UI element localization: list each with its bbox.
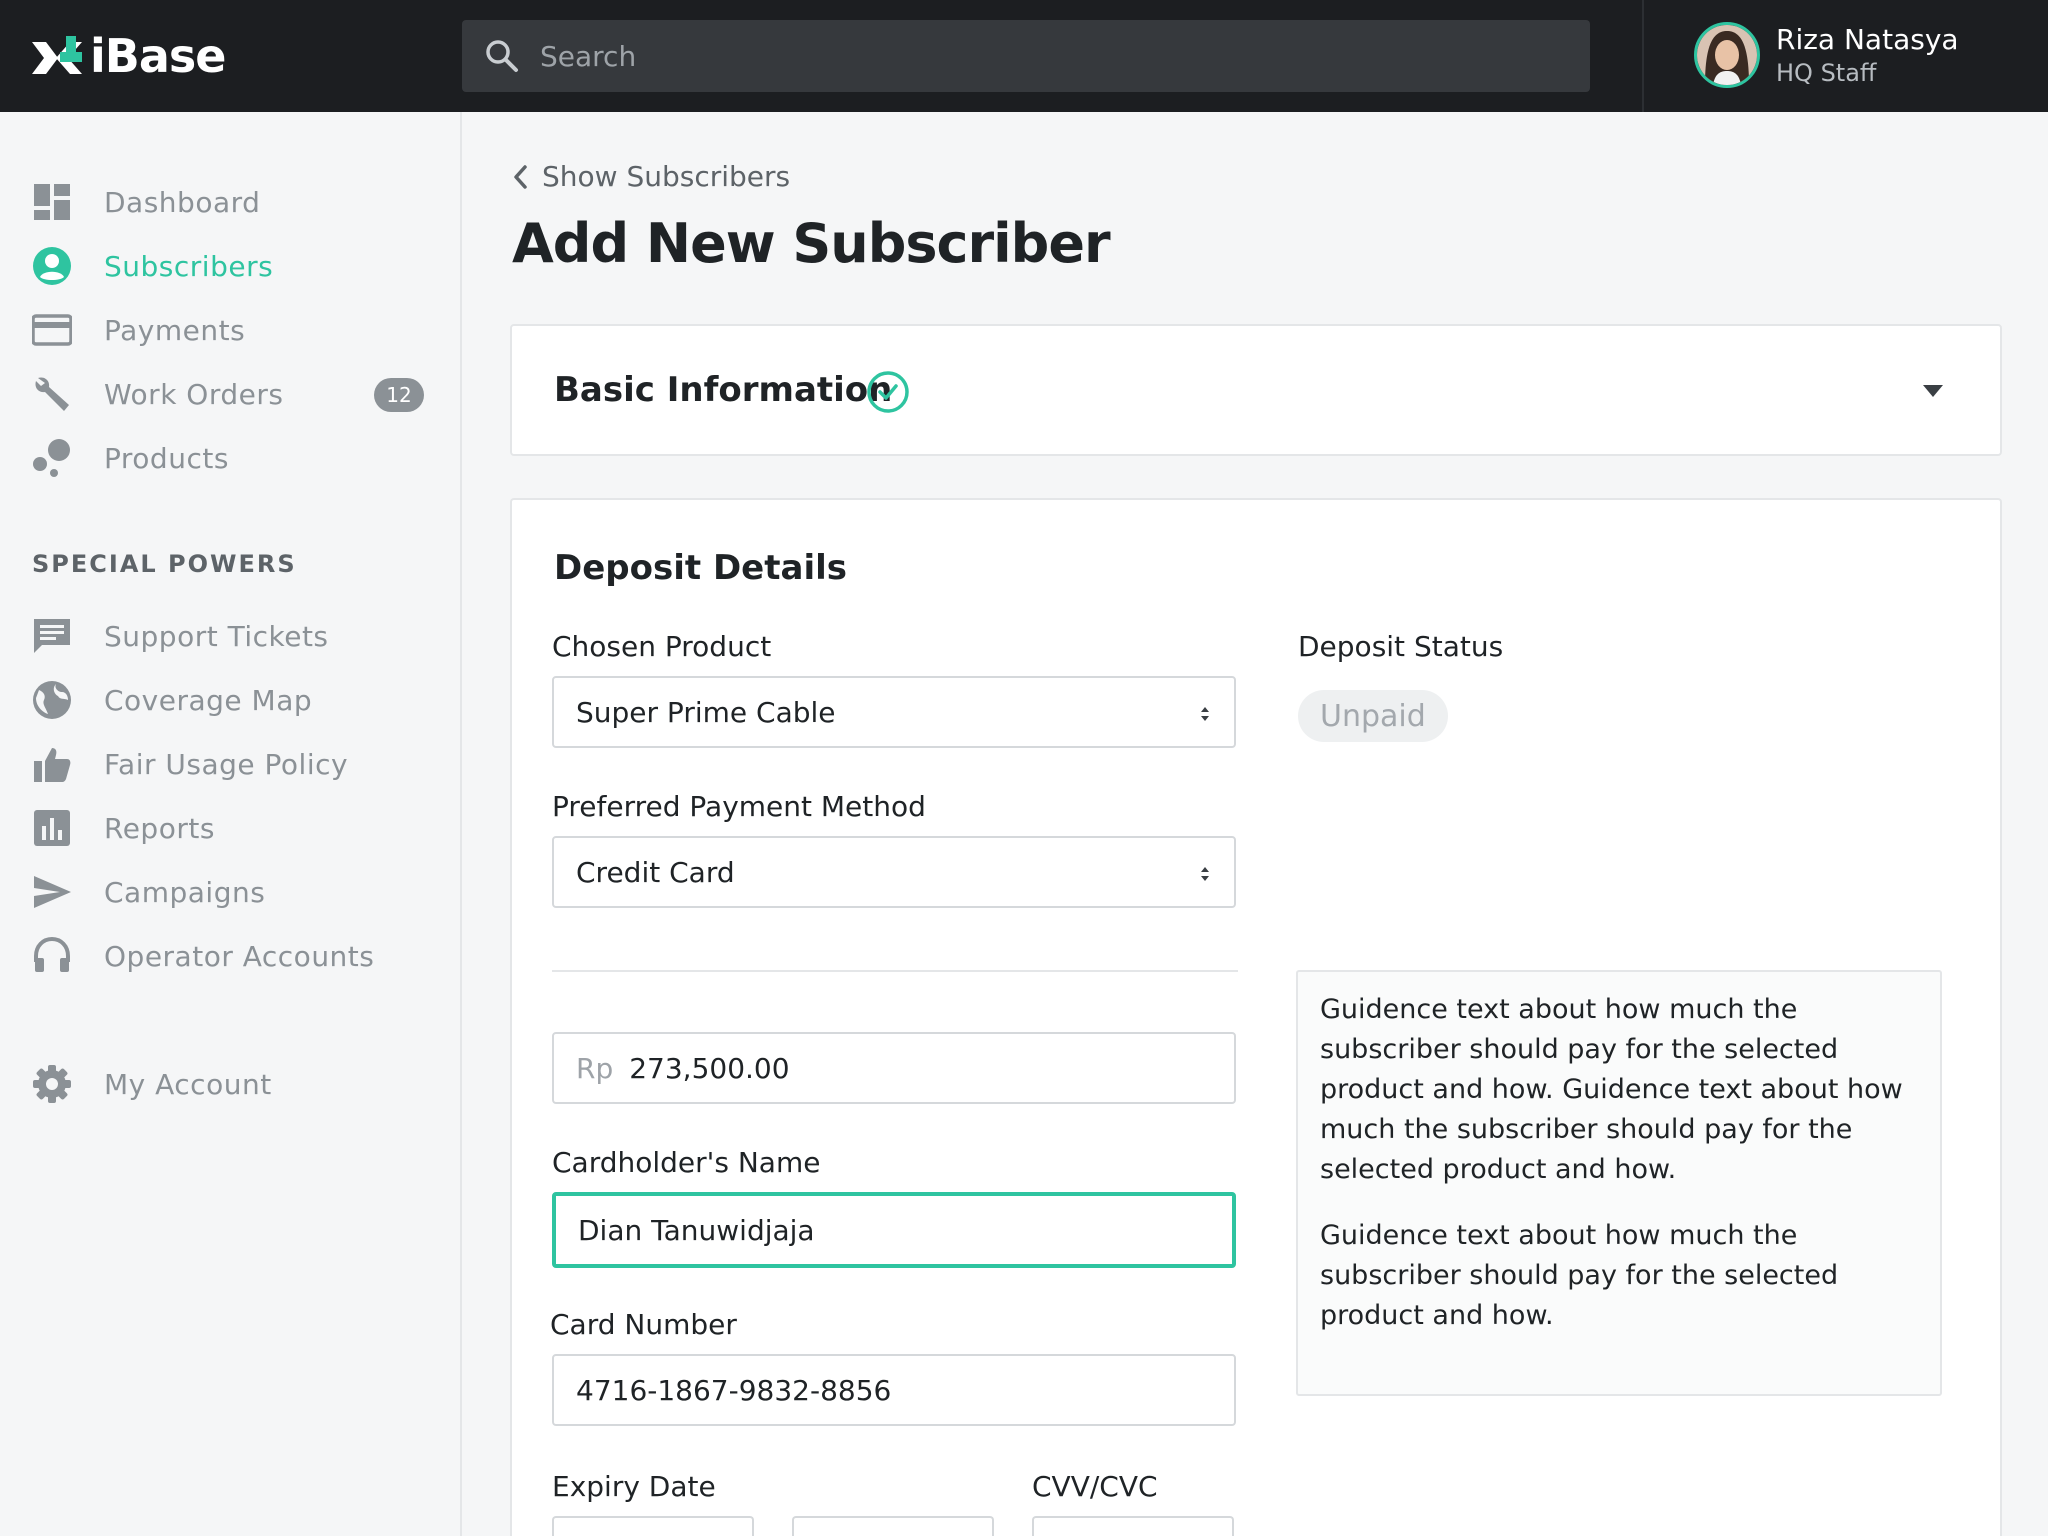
card-number-field[interactable]: 4716-1867-9832-8856 <box>552 1354 1236 1426</box>
sidebar-item-campaigns[interactable]: Campaigns <box>30 868 430 916</box>
top-divider <box>1642 0 1644 112</box>
caret-down-icon[interactable] <box>1922 384 1944 398</box>
expiry-month-field[interactable] <box>552 1516 754 1536</box>
card-number-value: 4716-1867-9832-8856 <box>576 1373 892 1407</box>
section-title: Deposit Details <box>554 548 847 588</box>
chat-icon <box>30 614 74 658</box>
chosen-product-value: Super Prime Cable <box>576 695 836 729</box>
section-title-special-powers: SPECIAL POWERS <box>32 550 297 578</box>
divider <box>552 970 1238 972</box>
guidance-text: Guidence text about how much the subscri… <box>1320 1220 1839 1331</box>
chevron-left-icon <box>514 164 527 189</box>
sidebar-item-label: Operator Accounts <box>104 939 375 973</box>
sidebar-item-work-orders[interactable]: Work Orders 12 <box>30 370 430 418</box>
sidebar-item-my-account[interactable]: My Account <box>30 1060 430 1108</box>
sidebar-item-support-tickets[interactable]: Support Tickets <box>30 612 430 660</box>
sidebar-item-label: Products <box>104 441 229 475</box>
user-menu[interactable]: Riza Natasya HQ Staff <box>1694 22 1959 88</box>
amount-field[interactable]: Rp 273,500.00 <box>552 1032 1236 1104</box>
cvv-field[interactable] <box>1032 1516 1234 1536</box>
sidebar-item-label: Dashboard <box>104 185 261 219</box>
search-icon <box>486 40 518 72</box>
sidebar-item-label: Reports <box>104 811 215 845</box>
cardholder-name-field[interactable] <box>552 1192 1236 1268</box>
check-circle-icon <box>867 371 909 413</box>
top-bar: iBase Riza Natasya HQ Staff <box>0 0 2048 112</box>
payment-method-value: Credit Card <box>576 855 735 889</box>
basic-information-section[interactable]: Basic Information <box>510 324 2002 456</box>
globe-icon <box>30 678 74 722</box>
card-number-label: Card Number <box>550 1308 737 1341</box>
logo-text: iBase <box>90 29 226 83</box>
expiry-year-field[interactable] <box>792 1516 994 1536</box>
user-circle-icon <box>30 244 74 288</box>
cardholder-name-input[interactable] <box>578 1213 1138 1247</box>
dashboard-icon <box>30 180 74 224</box>
paper-plane-icon <box>30 870 74 914</box>
sidebar-item-dashboard[interactable]: Dashboard <box>30 178 430 226</box>
credit-card-icon <box>30 308 74 352</box>
sidebar-item-label: Campaigns <box>104 875 266 909</box>
amount-value: 273,500.00 <box>629 1051 790 1085</box>
guidance-box: Guidence text about how much the subscri… <box>1296 970 1942 1396</box>
avatar[interactable] <box>1694 22 1760 88</box>
sidebar-item-products[interactable]: Products <box>30 434 430 482</box>
wrench-icon <box>30 372 74 416</box>
sidebar-item-fair-usage-policy[interactable]: Fair Usage Policy <box>30 740 430 788</box>
user-info: Riza Natasya HQ Staff <box>1776 22 1959 88</box>
section-title: Basic Information <box>554 370 893 410</box>
payment-method-select[interactable]: Credit Card <box>552 836 1236 908</box>
cardholder-name-label: Cardholder's Name <box>552 1146 821 1179</box>
expiry-date-label: Expiry Date <box>552 1470 716 1503</box>
gear-icon <box>30 1062 74 1106</box>
sidebar-item-label: Work Orders <box>104 377 284 411</box>
logo[interactable]: iBase <box>30 28 226 84</box>
payment-method-label: Preferred Payment Method <box>552 790 926 823</box>
sidebar-item-subscribers[interactable]: Subscribers <box>30 242 430 290</box>
cvv-label: CVV/CVC <box>1032 1470 1158 1503</box>
logo-icon <box>30 28 86 84</box>
sidebar-item-reports[interactable]: Reports <box>30 804 430 852</box>
sidebar-item-label: Coverage Map <box>104 683 313 717</box>
select-arrows-icon <box>1201 867 1209 881</box>
thumbs-up-icon <box>30 742 74 786</box>
sidebar-item-payments[interactable]: Payments <box>30 306 430 354</box>
sidebar-item-label: Support Tickets <box>104 619 329 653</box>
headset-icon <box>30 934 74 978</box>
sidebar-item-label: Payments <box>104 313 246 347</box>
deposit-details-section: Deposit Details Chosen Product Super Pri… <box>510 498 2002 1536</box>
guidance-text: Guidence text about how much the subscri… <box>1320 994 1903 1185</box>
deposit-status-label: Deposit Status <box>1298 630 1504 663</box>
user-name: Riza Natasya <box>1776 23 1959 56</box>
search-input[interactable] <box>540 39 1540 73</box>
back-link[interactable]: Show Subscribers <box>512 160 790 193</box>
page-title: Add New Subscriber <box>512 212 1111 275</box>
chosen-product-select[interactable]: Super Prime Cable <box>552 676 1236 748</box>
user-role: HQ Staff <box>1776 59 1877 87</box>
sidebar-item-operator-accounts[interactable]: Operator Accounts <box>30 932 430 980</box>
bar-chart-icon <box>30 806 74 850</box>
sidebar: Dashboard Subscribers Payments Work Orde… <box>0 112 462 1536</box>
sidebar-item-label: Subscribers <box>104 249 274 283</box>
search-bar[interactable] <box>462 20 1590 92</box>
sidebar-item-label: Fair Usage Policy <box>104 747 349 781</box>
currency-prefix: Rp <box>576 1051 614 1085</box>
bubbles-icon <box>30 436 74 480</box>
sidebar-item-label: My Account <box>104 1067 272 1101</box>
work-orders-count-badge: 12 <box>374 378 424 412</box>
back-link-label: Show Subscribers <box>542 160 791 193</box>
sidebar-item-coverage-map[interactable]: Coverage Map <box>30 676 430 724</box>
deposit-status-badge: Unpaid <box>1298 690 1448 742</box>
select-arrows-icon <box>1201 707 1209 721</box>
chosen-product-label: Chosen Product <box>552 630 772 663</box>
